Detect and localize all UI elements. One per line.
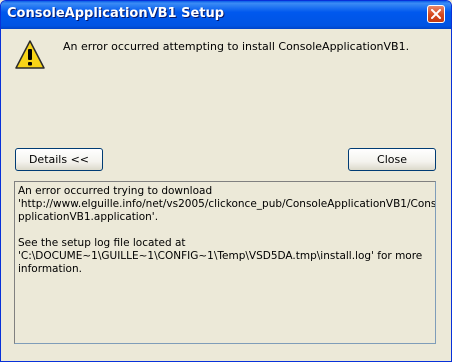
setup-dialog: ConsoleApplicationVB1 Setup An error occ… bbox=[0, 0, 452, 362]
details-toggle-button[interactable]: Details << bbox=[15, 148, 103, 171]
details-line: 'C:\DOCUME~1\GUILLE~1\CONFIG~1\Temp\VSD5… bbox=[18, 250, 423, 262]
error-details-textbox[interactable]: An error occurred trying to download 'ht… bbox=[14, 181, 436, 344]
warning-icon bbox=[15, 40, 45, 69]
details-line: 'http://www.elguille.info/net/vs2005/cli… bbox=[18, 198, 436, 210]
title-bar[interactable]: ConsoleApplicationVB1 Setup bbox=[1, 1, 451, 29]
details-line: pplicationVB1.application'. bbox=[18, 211, 159, 223]
details-line: information. bbox=[18, 263, 82, 275]
close-button[interactable]: Close bbox=[348, 148, 436, 171]
close-window-button[interactable] bbox=[427, 5, 445, 23]
close-icon bbox=[431, 9, 441, 19]
details-line: An error occurred trying to download bbox=[18, 185, 213, 197]
window-title: ConsoleApplicationVB1 Setup bbox=[7, 6, 225, 21]
error-message: An error occurred attempting to install … bbox=[63, 40, 410, 53]
details-line: See the setup log file located at bbox=[18, 237, 186, 249]
